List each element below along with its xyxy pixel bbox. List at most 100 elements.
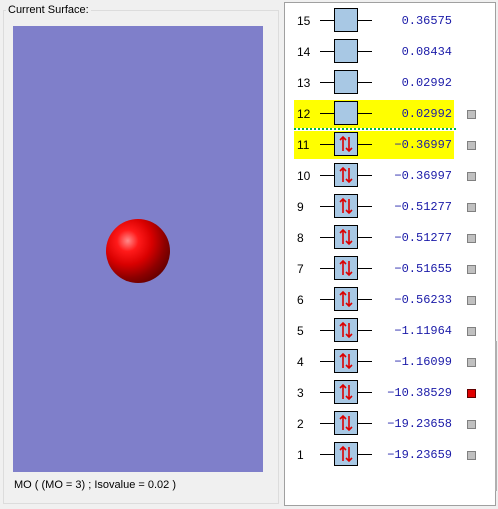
level-line-left	[320, 175, 334, 176]
level-line-left	[320, 144, 334, 145]
level-line-left	[320, 82, 334, 83]
mo-energy-value: 0.02992	[401, 107, 452, 121]
mo-index-label: 10	[297, 169, 311, 183]
mo-index-label: 6	[297, 293, 304, 307]
surface-viewport[interactable]	[13, 26, 263, 472]
occupied-orbital-box[interactable]	[334, 194, 358, 218]
mo-index-label: 4	[297, 355, 304, 369]
scrollbar-thumb[interactable]	[495, 341, 497, 491]
level-line-left	[320, 392, 334, 393]
homo-lumo-separator	[294, 128, 456, 130]
occupied-orbital-box[interactable]	[334, 380, 358, 404]
occupied-orbital-box[interactable]	[334, 411, 358, 435]
mo-energy-value: −0.51277	[394, 200, 452, 214]
mo-energy-value: −0.36997	[394, 138, 452, 152]
electron-pair-icon	[339, 197, 353, 215]
mo-level-row[interactable]: 2 −19.23658	[294, 410, 454, 438]
occupied-orbital-box[interactable]	[334, 287, 358, 311]
occupied-orbital-box[interactable]	[334, 318, 358, 342]
mo-energy-value: −1.11964	[394, 324, 452, 338]
level-line-left	[320, 299, 334, 300]
mo-level-row[interactable]: 4 −1.16099	[294, 348, 454, 376]
level-line-left	[320, 113, 334, 114]
mo-select-checkbox[interactable]	[467, 234, 476, 243]
empty-orbital-box[interactable]	[334, 70, 358, 94]
mo-level-row[interactable]: 10 −0.36997	[294, 162, 454, 190]
mo-select-checkbox[interactable]	[467, 172, 476, 181]
mo-energy-value: −1.16099	[394, 355, 452, 369]
mo-index-label: 7	[297, 262, 304, 276]
mo-index-label: 2	[297, 417, 304, 431]
occupied-orbital-box[interactable]	[334, 225, 358, 249]
mo-energy-value: −0.51277	[394, 231, 452, 245]
level-line-left	[320, 237, 334, 238]
mo-index-label: 11	[297, 138, 310, 152]
level-line-left	[320, 206, 334, 207]
mo-level-row[interactable]: 12 0.02992	[294, 100, 454, 128]
mo-level-row[interactable]: 13 0.02992	[294, 69, 454, 97]
mo-level-panel[interactable]: 15 0.36575 14 0.08434 13 0.02992 12 0.02992 11 −0…	[284, 2, 497, 506]
mo-level-row[interactable]: 3 −10.38529	[294, 379, 454, 407]
mo-level-row[interactable]: 11 −0.36997	[294, 131, 454, 159]
occupied-orbital-box[interactable]	[334, 256, 358, 280]
level-line-left	[320, 268, 334, 269]
occupied-orbital-box[interactable]	[334, 349, 358, 373]
mo-select-checkbox[interactable]	[467, 203, 476, 212]
mo-select-checkbox[interactable]	[467, 420, 476, 429]
surface-caption: MO ( (MO = 3) ; Isovalue = 0.02 )	[14, 479, 176, 491]
mo-energy-value: −0.51655	[394, 262, 452, 276]
empty-orbital-box[interactable]	[334, 8, 358, 32]
level-line-left	[320, 423, 334, 424]
mo-index-label: 14	[297, 45, 311, 59]
mo-level-row[interactable]: 15 0.36575	[294, 7, 454, 35]
empty-orbital-box[interactable]	[334, 101, 358, 125]
mo-level-row[interactable]: 5 −1.11964	[294, 317, 454, 345]
mo-index-label: 3	[297, 386, 304, 400]
mo-select-checkbox[interactable]	[467, 358, 476, 367]
mo-energy-value: −19.23659	[387, 448, 452, 462]
mo-energy-value: −0.36997	[394, 169, 452, 183]
mo-energy-value: 0.02992	[401, 76, 452, 90]
electron-pair-icon	[339, 383, 353, 401]
occupied-orbital-box[interactable]	[334, 163, 358, 187]
electron-pair-icon	[339, 445, 353, 463]
occupied-orbital-box[interactable]	[334, 132, 358, 156]
empty-orbital-box[interactable]	[334, 39, 358, 63]
mo-level-row[interactable]: 7 −0.51655	[294, 255, 454, 283]
mo-level-row[interactable]: 1 −19.23659	[294, 441, 454, 469]
mo-index-label: 9	[297, 200, 304, 214]
mo-select-checkbox[interactable]	[467, 141, 476, 150]
mo-index-label: 12	[297, 107, 311, 121]
electron-pair-icon	[339, 321, 353, 339]
mo-select-checkbox[interactable]	[467, 265, 476, 274]
mo-select-checkbox[interactable]	[467, 110, 476, 119]
mo-select-checkbox[interactable]	[467, 296, 476, 305]
mo-level-row[interactable]: 6 −0.56233	[294, 286, 454, 314]
electron-pair-icon	[339, 135, 353, 153]
orbital-surface-sphere	[106, 219, 170, 283]
mo-select-checkbox[interactable]	[467, 451, 476, 460]
mo-energy-value: −19.23658	[387, 417, 452, 431]
mo-select-checkbox[interactable]	[467, 327, 476, 336]
occupied-orbital-box[interactable]	[334, 442, 358, 466]
electron-pair-icon	[339, 228, 353, 246]
level-line-left	[320, 20, 334, 21]
mo-energy-value: 0.36575	[401, 14, 452, 28]
electron-pair-icon	[339, 166, 353, 184]
electron-pair-icon	[339, 290, 353, 308]
mo-index-label: 5	[297, 324, 304, 338]
level-line-left	[320, 330, 334, 331]
mo-select-checkbox-selected[interactable]	[467, 389, 476, 398]
level-line-left	[320, 51, 334, 52]
level-line-left	[320, 361, 334, 362]
electron-pair-icon	[339, 414, 353, 432]
electron-pair-icon	[339, 259, 353, 277]
mo-level-row[interactable]: 14 0.08434	[294, 38, 454, 66]
mo-index-label: 13	[297, 76, 311, 90]
mo-level-row[interactable]: 9 −0.51277	[294, 193, 454, 221]
mo-energy-value: 0.08434	[401, 45, 452, 59]
mo-index-label: 8	[297, 231, 304, 245]
current-surface-title: Current Surface:	[6, 4, 91, 16]
mo-level-row[interactable]: 8 −0.51277	[294, 224, 454, 252]
mo-index-label: 1	[297, 448, 304, 462]
